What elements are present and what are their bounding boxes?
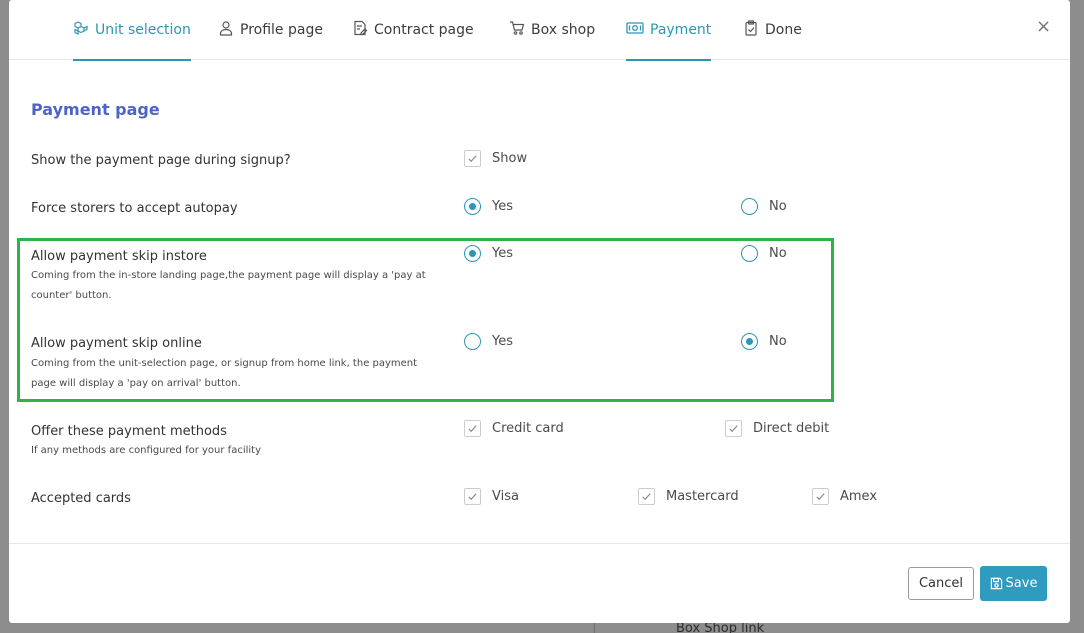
check-icon — [816, 493, 825, 501]
option-label: No — [769, 246, 787, 261]
option-label: No — [769, 199, 787, 214]
option-label: Visa — [492, 489, 519, 504]
amex-checkbox[interactable]: Amex — [812, 488, 877, 505]
force-autopay-yes-radio[interactable]: Yes — [464, 198, 513, 215]
payment-settings-modal: × Unit selection Profile page Contract p… — [9, 0, 1070, 623]
tab-label: Contract page — [374, 22, 474, 38]
option-label: Yes — [492, 246, 513, 261]
checkbox-box — [464, 420, 481, 437]
check-icon — [468, 155, 477, 163]
tab-payment[interactable]: Payment — [626, 0, 712, 61]
option-label: Amex — [840, 489, 878, 504]
money-icon — [626, 20, 644, 40]
payment-methods-label: Offer these payment methods — [31, 424, 227, 439]
skip-instore-description: Coming from the in-store landing page,th… — [31, 270, 426, 301]
checkbox-box — [464, 150, 481, 167]
page-title: Payment page — [31, 100, 160, 119]
tab-label: Unit selection — [95, 22, 191, 38]
tab-box-shop[interactable]: Box shop — [509, 0, 595, 60]
tab-done[interactable]: Done — [743, 0, 802, 60]
tab-label: Payment — [650, 22, 712, 38]
option-label: No — [769, 334, 787, 349]
show-payment-label: Show the payment page during signup? — [31, 153, 291, 168]
save-button[interactable]: Save — [980, 566, 1047, 601]
option-label: Credit card — [492, 421, 564, 436]
check-icon — [468, 425, 477, 433]
floppy-disk-icon — [990, 577, 1002, 590]
skip-online-no-radio[interactable]: No — [741, 333, 787, 350]
skip-online-label: Allow payment skip online — [31, 336, 202, 351]
tab-profile-page[interactable]: Profile page — [218, 0, 323, 60]
checkbox-box — [464, 488, 481, 505]
force-autopay-label: Force storers to accept autopay — [31, 201, 238, 216]
check-icon — [729, 425, 738, 433]
contract-icon — [352, 20, 368, 40]
skip-instore-label: Allow payment skip instore — [31, 249, 207, 264]
accepted-cards-label: Accepted cards — [31, 491, 131, 506]
option-label: Yes — [492, 334, 513, 349]
check-icon — [468, 493, 477, 501]
payment-methods-description: If any methods are configured for your f… — [31, 445, 261, 456]
credit-card-checkbox[interactable]: Credit card — [464, 420, 564, 437]
user-icon — [218, 20, 234, 40]
option-label: Yes — [492, 199, 513, 214]
tab-label: Box shop — [531, 22, 596, 38]
checkbox-box — [725, 420, 742, 437]
radio-circle — [741, 333, 758, 350]
skip-online-description: Coming from the unit-selection page, or … — [31, 358, 418, 389]
skip-instore-yes-radio[interactable]: Yes — [464, 245, 513, 262]
option-label: Mastercard — [666, 489, 739, 504]
show-payment-checkbox[interactable]: Show — [464, 150, 527, 167]
direct-debit-checkbox[interactable]: Direct debit — [725, 420, 829, 437]
save-label: Save — [1005, 576, 1038, 591]
tab-unit-selection[interactable]: Unit selection — [73, 0, 191, 61]
radio-circle — [464, 198, 481, 215]
checkbox-box — [812, 488, 829, 505]
skip-instore-no-radio[interactable]: No — [741, 245, 787, 262]
option-label: Show — [492, 151, 528, 166]
checkbox-box — [638, 488, 655, 505]
radio-circle — [741, 198, 758, 215]
option-label: Direct debit — [753, 421, 830, 436]
mastercard-checkbox[interactable]: Mastercard — [638, 488, 739, 505]
footer-divider — [9, 543, 1070, 544]
clipboard-check-icon — [743, 20, 759, 40]
wizard-tabs: Unit selection Profile page Contract pag… — [9, 0, 1070, 61]
tab-contract-page[interactable]: Contract page — [352, 0, 474, 60]
radio-circle — [464, 245, 481, 262]
radio-circle — [464, 333, 481, 350]
cubes-icon — [73, 20, 89, 40]
radio-circle — [741, 245, 758, 262]
force-autopay-no-radio[interactable]: No — [741, 198, 787, 215]
cart-icon — [509, 20, 525, 40]
cancel-button[interactable]: Cancel — [908, 567, 974, 600]
check-icon — [642, 493, 651, 501]
skip-online-yes-radio[interactable]: Yes — [464, 333, 513, 350]
visa-checkbox[interactable]: Visa — [464, 488, 519, 505]
tab-label: Done — [765, 22, 802, 38]
tab-label: Profile page — [240, 22, 323, 38]
